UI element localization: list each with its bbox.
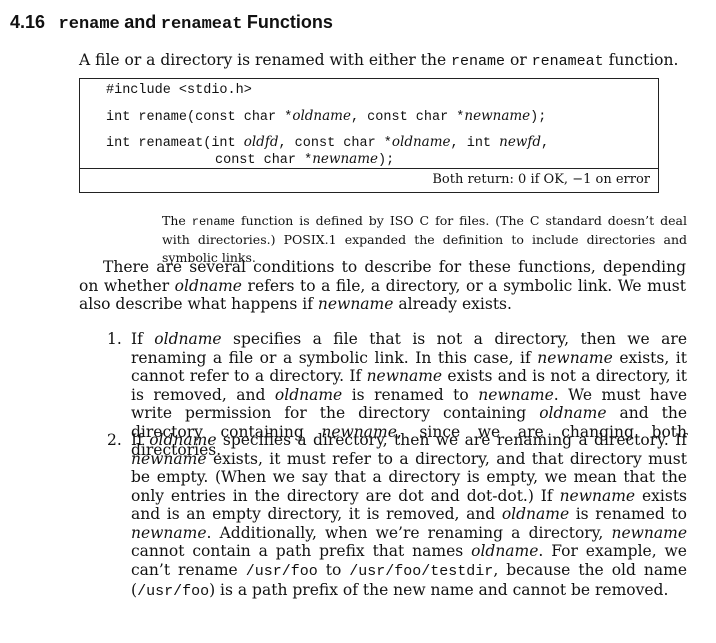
section-number: 4.16 <box>10 12 46 32</box>
intro-code-rename: rename <box>451 53 506 70</box>
include-line: #include <stdio.h> <box>106 83 252 98</box>
box-divider <box>80 168 658 169</box>
intro-text: function. <box>603 51 679 69</box>
renameat-prototype-continued: const char *newname); <box>215 151 395 168</box>
heading-function-rename: rename <box>58 15 120 34</box>
list-item: 2. If oldname specifies a directory, the… <box>107 431 687 602</box>
section-heading: 4.16 rename and renameat Functions <box>10 12 333 36</box>
intro-code-renameat: renameat <box>531 53 604 70</box>
renameat-prototype: int renameat(int oldfd, const char *oldn… <box>106 134 550 151</box>
intro-sentence: A file or a directory is renamed with ei… <box>79 51 678 70</box>
heading-functions-word: Functions <box>246 12 333 32</box>
list-marker: 1. <box>107 330 122 348</box>
rename-prototype: int rename(const char *oldname, const ch… <box>106 108 547 125</box>
function-prototype-box: #include <stdio.h> int rename(const char… <box>79 78 659 193</box>
intro-text: or <box>505 51 532 69</box>
list-marker: 2. <box>107 431 122 449</box>
heading-and: and <box>124 12 157 32</box>
return-value-note: Both return: 0 if OK, −1 on error <box>432 172 650 187</box>
list-item-text: If oldname specifies a directory, then w… <box>131 431 688 600</box>
intro-text: A file or a directory is renamed with ei… <box>79 51 452 69</box>
body-paragraph: There are several conditions to describe… <box>79 258 686 313</box>
heading-function-renameat: renameat <box>160 15 243 34</box>
